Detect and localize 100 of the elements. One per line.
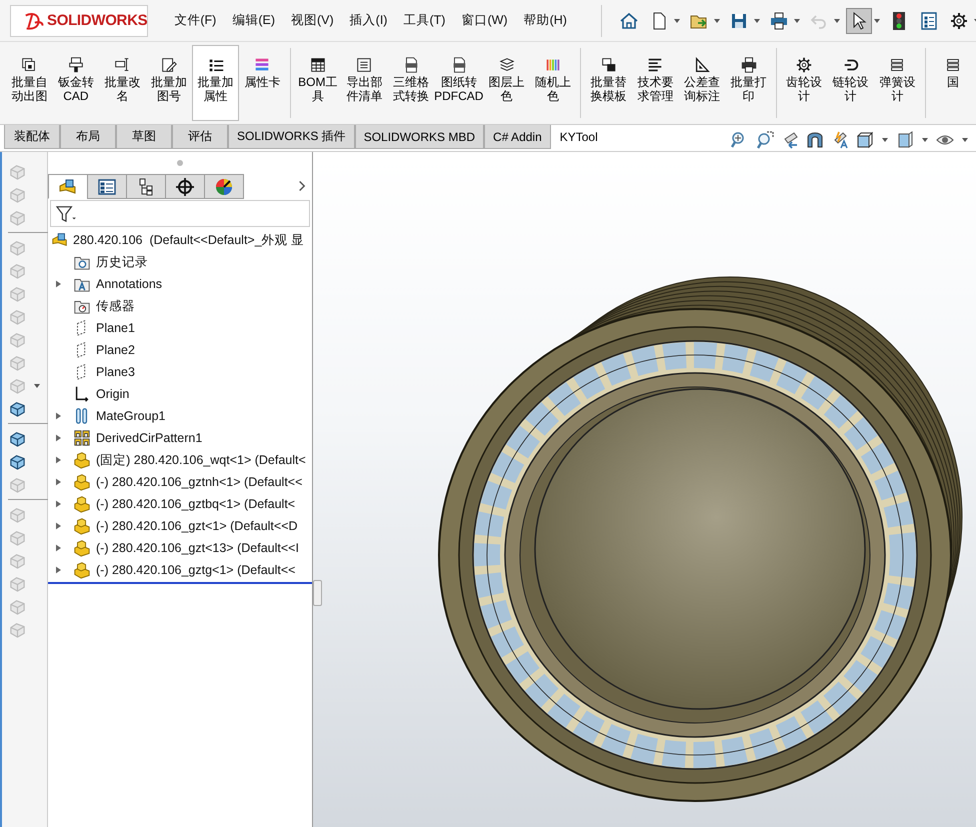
list-icon [97,176,117,196]
tree-item[interactable]: (-) 280.420.106_gztbq<1> (Default< [48,493,312,515]
ribbon-button[interactable]: 批量改名 [99,45,146,121]
ribbon-button[interactable]: 批量加属性 [192,45,239,121]
command-tab[interactable]: SOLIDWORKS 插件 [228,125,355,149]
ribbon-button[interactable]: 批量打印 [725,45,772,121]
gear-icon [795,56,814,74]
panel-handle[interactable] [313,580,322,606]
tree-item[interactable]: Plane1 [48,317,312,339]
tree-item[interactable]: 传感器 [48,295,312,317]
ribbon-button[interactable]: 属性卡 [238,45,286,121]
printer-icon [740,56,758,74]
part-icon [73,495,91,513]
ribbon-button[interactable]: 图层上色 [483,45,530,121]
command-tab[interactable]: C# Addin [484,125,551,149]
expand-arrow-icon[interactable] [56,522,61,530]
printer-icon [768,10,789,30]
ribbon-button[interactable]: 批量替换模板 [585,45,632,121]
command-tab[interactable]: SOLIDWORKS MBD [354,125,484,149]
tree-item[interactable]: Plane2 [48,339,312,361]
expand-arrow-icon[interactable] [56,500,61,508]
menu-item[interactable]: 编辑(E) [232,12,275,29]
tree-item[interactable]: 历史记录 [48,251,312,273]
table-icon [308,56,327,74]
menu-item[interactable]: 帮助(H) [524,12,567,29]
panel-grip-icon[interactable] [177,160,183,166]
command-tab[interactable]: 评估 [172,125,228,149]
origin-icon [73,385,91,403]
select-tool-button[interactable] [846,8,872,34]
crosshair-icon [175,176,195,196]
expand-arrow-icon[interactable] [56,566,61,574]
list-icon [918,10,939,30]
pattern-icon [73,429,91,447]
expand-arrow-icon[interactable] [56,456,61,464]
layers-icon [498,56,516,74]
gear-icon [948,10,969,30]
ribbon-button[interactable]: 导出部件清单 [341,45,388,121]
caret-icon[interactable] [962,138,968,142]
expand-arrow-icon[interactable] [56,478,61,486]
tree-item[interactable]: (-) 280.420.106_gztg<1> (Default<< [48,559,312,581]
command-tab[interactable]: 布局 [60,125,116,149]
ribbon-button[interactable]: 三维格式转换 [388,45,434,121]
property-tab[interactable] [87,174,127,199]
ribbon-button[interactable]: 钣金转 CAD [52,45,100,121]
home-icon [618,10,639,30]
section-view-icon[interactable] [805,130,825,150]
part-icon [73,561,91,579]
tree-item[interactable]: DerivedCirPattern1 [48,427,312,449]
logo-icon [23,10,45,30]
caret-icon[interactable] [874,18,880,22]
filter-field[interactable] [50,200,310,227]
ribbon-button[interactable]: 弹簧设计 [874,45,921,121]
menu-item[interactable]: 窗口(W) [461,12,508,29]
ribbon-button[interactable]: 技术要求管理 [632,45,679,121]
ribbon-button[interactable]: 公差查询标注 [678,45,726,121]
feature-tab[interactable] [48,174,88,199]
ribbon-button[interactable]: 齿轮设计 [780,45,828,121]
menu-item[interactable]: 插入(I) [350,12,388,29]
menu-item[interactable]: 工具(T) [403,12,446,29]
chevron-right-icon[interactable] [297,179,306,193]
ribbon-button[interactable]: BOM工具 [294,45,342,121]
caret-icon[interactable] [922,138,928,142]
tree-item[interactable]: Plane3 [48,361,312,383]
zoom-area-icon[interactable] [755,130,775,150]
command-tab[interactable]: 装配体 [4,125,60,149]
tree-item[interactable]: 280.420.106 (Default<<Default>_外观 显 [48,229,312,251]
menu-item[interactable]: 文件(F) [174,12,216,29]
config-tab[interactable] [126,174,166,199]
ribbon-button[interactable]: 批量加图号 [146,45,192,121]
ribbon-button[interactable]: 链轮设计 [827,45,874,121]
tree-item[interactable]: (-) 280.420.106_gzt<1> (Default<<D [48,515,312,537]
expand-arrow-icon[interactable] [56,280,61,288]
caret-icon[interactable] [794,18,800,22]
display-tab[interactable] [204,174,244,199]
expand-arrow-icon[interactable] [56,412,61,420]
tree-item[interactable]: (固定) 280.420.106_wqt<1> (Default< [48,449,312,471]
tree-item[interactable]: Origin [48,383,312,405]
menu-item[interactable]: 视图(V) [290,12,334,29]
command-tab[interactable]: 草图 [116,125,172,149]
caret-icon[interactable] [754,18,760,22]
text-cursor-icon [113,56,132,74]
ribbon-button[interactable]: 图纸转 PDFCAD [434,45,484,121]
filter-icon[interactable] [55,204,77,222]
tree-item[interactable]: Annotations [48,273,312,295]
ribbon-button[interactable]: 随机上色 [530,45,576,121]
tree-item[interactable]: (-) 280.420.106_gzt<13> (Default<<I [48,537,312,559]
ribbon-button[interactable]: 批量自动出图 [6,45,53,121]
expand-arrow-icon[interactable] [56,544,61,552]
pencil-icon [160,56,178,74]
caret-icon[interactable] [882,138,888,142]
tree-item[interactable]: MateGroup1 [48,405,312,427]
part-icon [73,517,91,535]
document-icon [355,56,374,74]
tree-item[interactable]: (-) 280.420.106_gztnh<1> (Default<< [48,471,312,493]
cube-icon[interactable] [855,130,875,150]
dimx-tab[interactable] [165,174,205,199]
expand-arrow-icon[interactable] [56,434,61,442]
caret-icon[interactable] [674,18,680,22]
caret-icon[interactable] [714,18,720,22]
ribbon-button[interactable]: 国 [930,45,976,121]
